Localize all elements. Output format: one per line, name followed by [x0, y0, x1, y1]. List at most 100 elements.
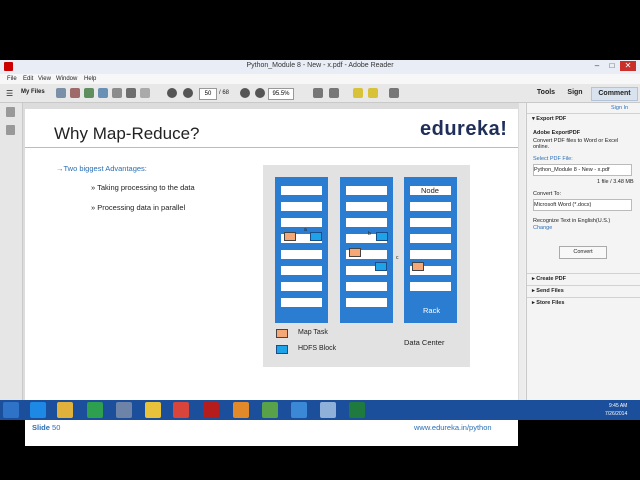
- adobe-reader-taskbar-icon[interactable]: [203, 402, 219, 418]
- highlight-icon[interactable]: [368, 88, 378, 98]
- recognize-text: Recognize Text in English(U.S.): [533, 218, 611, 224]
- email-icon[interactable]: [140, 88, 150, 98]
- previous-page-icon[interactable]: [167, 88, 177, 98]
- network-app-icon[interactable]: [116, 402, 132, 418]
- label-b: b: [368, 231, 371, 237]
- node-slot: [410, 202, 451, 211]
- node-slot: [281, 218, 322, 227]
- fit-page-icon[interactable]: [313, 88, 323, 98]
- select-pdf-label: Select PDF File:: [533, 156, 573, 162]
- node-slot: [410, 234, 451, 243]
- excel-icon[interactable]: [349, 402, 365, 418]
- send-files-header[interactable]: ▸ Send Files: [527, 285, 640, 296]
- expand-icon[interactable]: [389, 88, 399, 98]
- sub-point-2: » Processing data in parallel: [91, 203, 186, 212]
- map-task-marker: [284, 232, 296, 241]
- page-thumbnails-icon[interactable]: [6, 107, 15, 117]
- zoom-out-icon[interactable]: [240, 88, 250, 98]
- windows-taskbar: 9:45 AM 7/26/2014: [0, 400, 640, 420]
- slide-title: Why Map-Reduce?: [54, 124, 200, 143]
- save-icon[interactable]: [112, 88, 122, 98]
- open-icon[interactable]: [56, 88, 66, 98]
- window-title: Python_Module 8 - New - x.pdf - Adobe Re…: [246, 62, 394, 69]
- file-info: 1 file / 3.48 MB: [597, 179, 634, 185]
- my-files-button[interactable]: My Files: [21, 89, 45, 95]
- fit-width-icon[interactable]: [329, 88, 339, 98]
- node-slot: [410, 250, 451, 259]
- vertical-scrollbar[interactable]: [519, 103, 525, 420]
- chrome-profile-icon[interactable]: [173, 402, 189, 418]
- sub-point-1: » Taking processing to the data: [91, 183, 195, 192]
- clock-time[interactable]: 9:45 AM: [609, 403, 627, 409]
- slide-label: Slide: [32, 423, 50, 432]
- node-slot: [410, 218, 451, 227]
- rack-2: [340, 177, 393, 323]
- menu-edit[interactable]: Edit: [23, 76, 33, 82]
- next-page-icon[interactable]: [183, 88, 193, 98]
- label-c: c: [396, 255, 399, 261]
- tools-pane: Sign In ▾ Export PDF Adobe ExportPDF Con…: [526, 103, 640, 420]
- node-slot: [346, 298, 387, 307]
- legend-hdfs-block: HDFS Block: [298, 345, 337, 352]
- image-app-icon[interactable]: [262, 402, 278, 418]
- tab-tools[interactable]: Tools: [532, 87, 560, 99]
- page-total: / 68: [219, 90, 230, 96]
- pen-app-icon[interactable]: [233, 402, 249, 418]
- node-slot: [346, 186, 387, 195]
- node-label: Node: [421, 186, 439, 195]
- hamburger-icon[interactable]: ☰: [6, 89, 13, 98]
- tab-comment[interactable]: Comment: [591, 87, 638, 101]
- node-slot: [346, 218, 387, 227]
- tab-sign[interactable]: Sign: [562, 87, 588, 99]
- data-center-label: Data Center: [404, 338, 445, 347]
- notes-app-icon[interactable]: [320, 402, 336, 418]
- zoom-level-input[interactable]: 95.5%: [268, 88, 294, 100]
- print-icon[interactable]: [126, 88, 136, 98]
- node-slot: [281, 266, 322, 275]
- attachments-icon[interactable]: [6, 125, 15, 135]
- clock-date[interactable]: 7/26/2014: [605, 411, 627, 417]
- start-button[interactable]: [3, 402, 19, 418]
- adobe-exportpdf-title: Adobe ExportPDF: [533, 130, 581, 136]
- node-slot: [281, 186, 322, 195]
- node-slot: [281, 250, 322, 259]
- close-button[interactable]: ✕: [620, 61, 636, 71]
- store-files-header[interactable]: ▸ Store Files: [527, 297, 640, 308]
- convert-button[interactable]: Convert: [559, 246, 607, 259]
- data-center-diagram: Node Rack a b c Map Task HDFS Block Data…: [263, 165, 470, 367]
- convert-to-select[interactable]: Microsoft Word (*.docx): [533, 199, 632, 211]
- node-slot: [281, 202, 322, 211]
- menu-file[interactable]: File: [7, 76, 17, 82]
- edit-icon[interactable]: [84, 88, 94, 98]
- minimize-button[interactable]: –: [590, 61, 604, 71]
- export-pdf-header[interactable]: ▾ Export PDF: [527, 113, 640, 124]
- maximize-button[interactable]: □: [605, 61, 619, 71]
- create-pdf-header[interactable]: ▸ Create PDF: [527, 273, 640, 284]
- internet-explorer-icon[interactable]: [30, 402, 46, 418]
- hdfs-block-marker: [375, 262, 387, 271]
- page-number-input[interactable]: 50: [199, 88, 217, 100]
- sign-in-link[interactable]: Sign In: [611, 105, 628, 111]
- comment-icon[interactable]: [353, 88, 363, 98]
- chrome-icon[interactable]: [145, 402, 161, 418]
- upload-icon[interactable]: [98, 88, 108, 98]
- node-slot: [281, 298, 322, 307]
- toolbar: ☰ My Files 50 / 68 95.5% Tools Sign Comm…: [0, 84, 640, 103]
- map-task-marker: [412, 262, 424, 271]
- create-pdf-icon[interactable]: [70, 88, 80, 98]
- pdf-slide-page: Why Map-Reduce? edureka! →Two biggest Ad…: [25, 109, 518, 446]
- selected-file-field[interactable]: Python_Module 8 - New - x.pdf: [533, 164, 632, 176]
- legend-hdfs-block-swatch: [276, 345, 288, 354]
- snowflake-app-icon[interactable]: [291, 402, 307, 418]
- adobe-reader-window: Python_Module 8 - New - x.pdf - Adobe Re…: [0, 60, 640, 446]
- store-icon[interactable]: [87, 402, 103, 418]
- slide-number: Slide 50: [32, 423, 60, 432]
- legend-map-task-swatch: [276, 329, 288, 338]
- menu-help[interactable]: Help: [84, 76, 96, 82]
- change-link[interactable]: Change: [533, 225, 552, 231]
- zoom-in-icon[interactable]: [255, 88, 265, 98]
- menu-view[interactable]: View: [38, 76, 51, 82]
- menu-window[interactable]: Window: [56, 76, 77, 82]
- main-point: →Two biggest Advantages:: [56, 164, 147, 173]
- file-explorer-icon[interactable]: [57, 402, 73, 418]
